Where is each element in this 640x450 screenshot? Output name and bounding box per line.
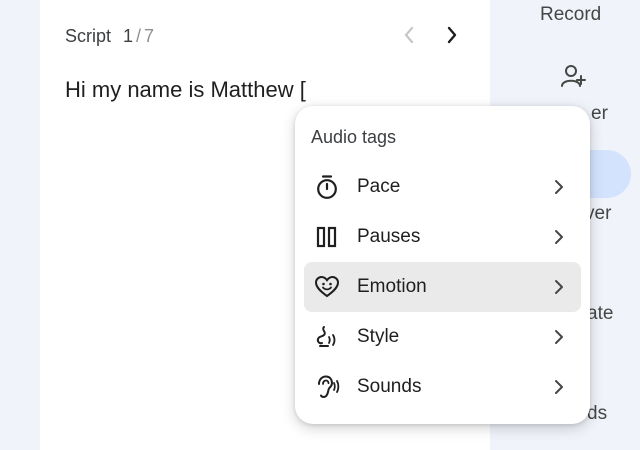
ear-sound-icon [318,375,340,398]
menu-item-style[interactable]: Style [304,312,581,362]
rail-label-3[interactable]: ate [587,303,613,325]
pause-icon [316,226,337,248]
next-page-button[interactable] [440,23,464,47]
menu-item-pace[interactable]: Pace [304,162,581,212]
style-icon [316,326,336,347]
rail-label-1[interactable]: er [591,103,608,125]
menu-item-pauses[interactable]: Pauses [304,212,581,262]
menu-item-label: Pace [357,176,401,197]
previous-page-button[interactable] [397,23,421,47]
page-separator: / [136,26,142,46]
add-person-icon[interactable] [559,62,587,90]
emotion-heart-icon [314,275,340,298]
rail-record-label[interactable]: Record [540,4,601,26]
page-total: 7 [144,26,155,46]
page-current: 1 [123,26,134,46]
menu-item-label: Pauses [357,226,421,247]
script-header: Script 1 / 7 [65,26,154,47]
menu-item-label: Emotion [357,276,427,297]
script-text-editor[interactable]: Hi my name is Matthew [ [65,77,306,103]
menu-item-sounds[interactable]: Sounds [304,362,581,412]
menu-item-label: Sounds [357,376,422,397]
chevron-right-icon [447,26,457,44]
audio-tags-menu: Audio tags Pace Pauses Emotion Style Sou… [295,106,590,424]
timer-icon [317,175,337,199]
chevron-right-icon [555,380,563,394]
menu-item-label: Style [357,326,400,347]
chevron-right-icon [555,330,563,344]
chevron-right-icon [555,280,563,294]
menu-title: Audio tags [311,127,397,147]
chevron-right-icon [555,230,563,244]
chevron-left-icon [404,26,414,44]
menu-item-emotion[interactable]: Emotion [304,262,581,312]
rail-label-4[interactable]: ds [587,403,607,425]
chevron-right-icon [555,180,563,194]
script-label: Script [65,26,112,46]
